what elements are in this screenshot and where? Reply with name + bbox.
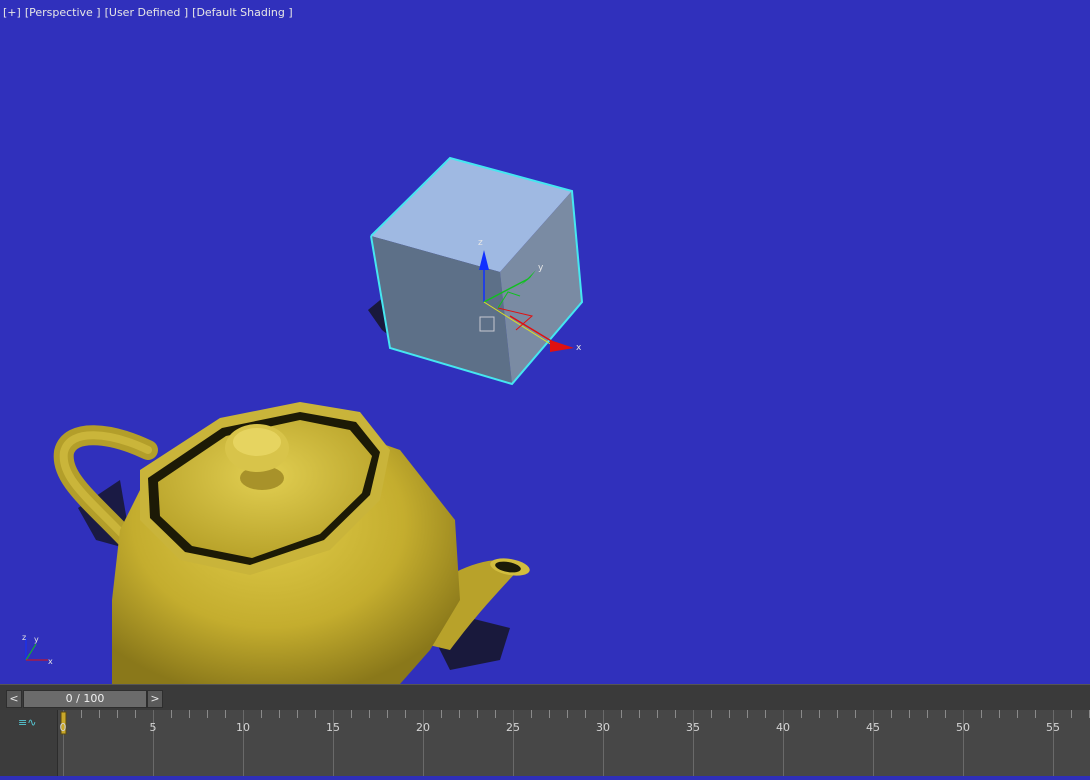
tick-label: 15: [326, 721, 340, 734]
viewport-stereo-menu[interactable]: [User Defined ]: [105, 6, 189, 19]
viewport-label-menu: [+] [Perspective ] [User Defined ] [Defa…: [3, 6, 293, 19]
viewport-shading-menu[interactable]: [Default Shading ]: [192, 6, 292, 19]
tick-label: 45: [866, 721, 880, 734]
scene-canvas[interactable]: z y x z y x: [0, 0, 1090, 684]
corner-z-label: z: [22, 633, 26, 642]
ruler-ticks: [60, 710, 1090, 776]
time-slider-thumb[interactable]: 0 / 100: [23, 690, 147, 708]
gizmo-z-label: z: [478, 238, 483, 248]
tick-label: 50: [956, 721, 970, 734]
tick-label: 20: [416, 721, 430, 734]
corner-x-label: x: [48, 657, 53, 666]
curve-editor-icon[interactable]: ≡∿: [18, 716, 36, 729]
tick-label: 0: [59, 721, 67, 734]
corner-y-label: y: [34, 635, 39, 644]
time-slider-row: < 0 / 100 >: [0, 684, 1090, 712]
track-bar-controls: ≡∿: [0, 710, 58, 776]
track-bar[interactable]: ≡∿ 0 5 10 15 20 25 30 35 40 45 50 55: [0, 710, 1090, 776]
viewport-plus-menu[interactable]: [+]: [3, 6, 21, 19]
next-frame-button[interactable]: >: [147, 690, 163, 708]
tick-label: 30: [596, 721, 610, 734]
tick-label: 55: [1046, 721, 1060, 734]
frame-ruler[interactable]: 0 5 10 15 20 25 30 35 40 45 50 55: [57, 710, 1090, 776]
tick-label: 25: [506, 721, 520, 734]
tick-label: 40: [776, 721, 790, 734]
time-slider-panel: < 0 / 100 > ≡∿ 0 5 10 15 20 25 30 35 40 45 50 55: [0, 684, 1090, 776]
prev-frame-button[interactable]: <: [6, 690, 22, 708]
tick-label: 35: [686, 721, 700, 734]
gizmo-x-label: x: [576, 343, 582, 353]
tick-label: 5: [149, 721, 157, 734]
tick-label: 10: [236, 721, 250, 734]
perspective-viewport[interactable]: z y x z y x [+] [Perspective] [User Def…: [0, 0, 1090, 684]
gizmo-y-label: y: [538, 263, 544, 273]
viewport-view-menu[interactable]: [Perspective ]: [25, 6, 101, 19]
